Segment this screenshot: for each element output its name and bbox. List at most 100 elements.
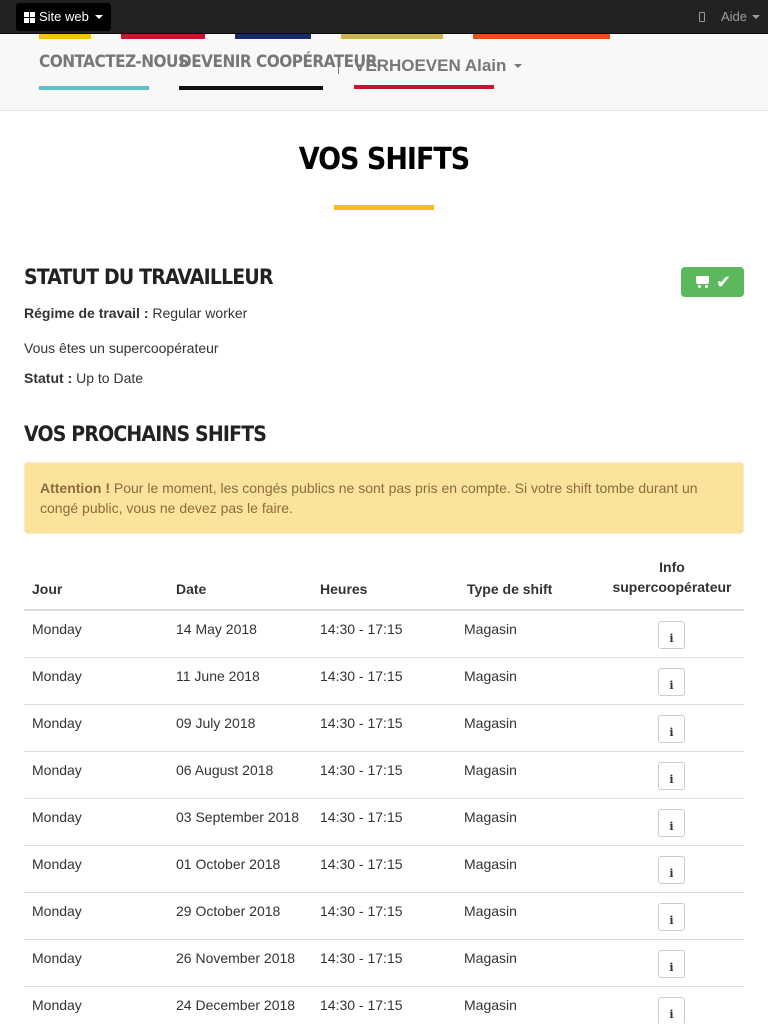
info-icon: i bbox=[669, 961, 674, 974]
cell-date: 03 September 2018 bbox=[176, 809, 299, 825]
cell-shift-type: Magasin bbox=[464, 668, 517, 684]
cell-hours: 14:30 - 17:15 bbox=[320, 903, 403, 919]
cell-day: Monday bbox=[32, 715, 82, 731]
cell-day: Monday bbox=[32, 997, 82, 1013]
nav-stub-gold bbox=[341, 34, 443, 39]
work-regime-line: Régime de travail : Regular worker bbox=[24, 305, 247, 321]
info-icon: i bbox=[669, 914, 674, 927]
main-navbar: CONTACTEZ-NOUS DEVENIR COOPÉRATEUR VERHO… bbox=[0, 34, 768, 111]
nav-stub-yellow bbox=[39, 34, 91, 39]
cell-hours: 14:30 - 17:15 bbox=[320, 668, 403, 684]
cell-hours: 14:30 - 17:15 bbox=[320, 997, 403, 1013]
cell-date: 06 August 2018 bbox=[176, 762, 274, 778]
cell-hours: 14:30 - 17:15 bbox=[320, 621, 403, 637]
supercoop-info-button[interactable]: i bbox=[658, 903, 685, 931]
nav-contact-underline bbox=[39, 86, 149, 90]
cell-date: 01 October 2018 bbox=[176, 856, 281, 872]
cell-day: Monday bbox=[32, 621, 82, 637]
supercoop-text: Vous êtes un supercoopérateur bbox=[24, 340, 219, 356]
table-header: Jour Date Heures Type de shift Info supe… bbox=[24, 555, 744, 611]
nav-become-member-underline bbox=[179, 86, 323, 90]
table-row: Monday 03 September 2018 14:30 - 17:15 Maga… bbox=[24, 799, 744, 846]
cell-hours: 14:30 - 17:15 bbox=[320, 856, 403, 872]
apps-grid-icon bbox=[24, 11, 35, 23]
caret-down-icon bbox=[514, 64, 523, 68]
cell-date: 29 October 2018 bbox=[176, 903, 281, 919]
cell-date: 14 May 2018 bbox=[176, 621, 257, 637]
caret-down-icon bbox=[752, 14, 761, 19]
supercoop-info-button[interactable]: i bbox=[658, 856, 685, 884]
supercoop-info-button[interactable]: i bbox=[658, 762, 685, 790]
cell-date: 26 November 2018 bbox=[176, 950, 296, 966]
shopping-status-badge[interactable]: ✔ bbox=[681, 267, 744, 297]
cell-date: 09 July 2018 bbox=[176, 715, 256, 731]
nav-separator bbox=[338, 56, 339, 74]
header-shift-type: Type de shift bbox=[467, 581, 553, 597]
table-row: Monday 11 June 2018 14:30 - 17:15 Magasin i bbox=[24, 658, 744, 705]
header-supercoop-info: Info supercoopérateur bbox=[612, 559, 732, 595]
help-label: Aide bbox=[721, 9, 748, 24]
cell-shift-type: Magasin bbox=[464, 762, 517, 778]
header-hours: Heures bbox=[320, 581, 368, 597]
cell-shift-type: Magasin bbox=[464, 950, 517, 966]
supercoop-info-button[interactable]: i bbox=[658, 621, 685, 649]
nav-stub-red bbox=[121, 34, 205, 39]
cell-date: 11 June 2018 bbox=[176, 668, 260, 684]
cell-hours: 14:30 - 17:15 bbox=[320, 762, 403, 778]
supercoop-info-button[interactable]: i bbox=[658, 997, 685, 1024]
cell-shift-type: Magasin bbox=[464, 809, 517, 825]
cart-icon bbox=[694, 276, 710, 288]
help-menu[interactable]: Aide bbox=[721, 9, 761, 24]
header-day: Jour bbox=[32, 581, 63, 597]
status-label: Statut : bbox=[24, 370, 73, 386]
caret-down-icon bbox=[94, 15, 103, 19]
table-row: Monday 01 October 2018 14:30 - 17:15 Magasi… bbox=[24, 846, 744, 893]
check-icon: ✔ bbox=[715, 272, 732, 292]
info-icon: i bbox=[669, 726, 674, 739]
cell-hours: 14:30 - 17:15 bbox=[320, 950, 403, 966]
info-icon: i bbox=[669, 867, 674, 880]
user-menu[interactable]: VERHOEVEN Alain bbox=[354, 56, 523, 76]
mobile-preview-icon[interactable] bbox=[699, 12, 705, 22]
nav-stub-orange bbox=[473, 34, 610, 39]
cell-day: Monday bbox=[32, 950, 82, 966]
nav-become-member-link[interactable]: DEVENIR COOPÉRATEUR bbox=[179, 52, 377, 72]
table-row: Monday 26 November 2018 14:30 - 17:15 Magas… bbox=[24, 940, 744, 987]
site-web-menu-button[interactable]: Site web bbox=[16, 3, 111, 31]
cell-shift-type: Magasin bbox=[464, 856, 517, 872]
info-icon: i bbox=[669, 1008, 674, 1021]
work-regime-label: Régime de travail : bbox=[24, 305, 149, 321]
table-row: Monday 14 May 2018 14:30 - 17:15 Magasin i bbox=[24, 611, 744, 658]
title-accent-bar bbox=[334, 205, 434, 210]
alert-strong: Attention ! bbox=[40, 480, 110, 496]
cell-shift-type: Magasin bbox=[464, 621, 517, 637]
info-icon: i bbox=[669, 632, 674, 645]
cell-day: Monday bbox=[32, 903, 82, 919]
cell-day: Monday bbox=[32, 809, 82, 825]
cell-shift-type: Magasin bbox=[464, 903, 517, 919]
nav-contact-link[interactable]: CONTACTEZ-NOUS bbox=[39, 52, 189, 72]
cell-day: Monday bbox=[32, 668, 82, 684]
supercoop-info-button[interactable]: i bbox=[658, 668, 685, 696]
supercoop-info-button[interactable]: i bbox=[658, 809, 685, 837]
work-regime-value: Regular worker bbox=[152, 305, 248, 321]
header-date: Date bbox=[176, 581, 207, 597]
cell-hours: 14:30 - 17:15 bbox=[320, 715, 403, 731]
user-menu-underline bbox=[354, 85, 494, 89]
supercoop-info-button[interactable]: i bbox=[658, 715, 685, 743]
cell-shift-type: Magasin bbox=[464, 715, 517, 731]
info-icon: i bbox=[669, 820, 674, 833]
next-shifts-heading: VOS PROCHAINS SHIFTS bbox=[24, 422, 267, 446]
supercoop-info-button[interactable]: i bbox=[658, 950, 685, 978]
shifts-table: Jour Date Heures Type de shift Info supe… bbox=[24, 555, 744, 1024]
site-web-label: Site web bbox=[39, 9, 89, 24]
info-icon: i bbox=[669, 679, 674, 692]
public-holiday-alert: Attention ! Pour le moment, les congés p… bbox=[24, 462, 744, 534]
table-row: Monday 06 August 2018 14:30 - 17:15 Magasin… bbox=[24, 752, 744, 799]
cell-hours: 14:30 - 17:15 bbox=[320, 809, 403, 825]
status-value: Up to Date bbox=[76, 370, 144, 386]
status-line: Statut : Up to Date bbox=[24, 370, 143, 386]
cell-day: Monday bbox=[32, 856, 82, 872]
cell-shift-type: Magasin bbox=[464, 997, 517, 1013]
info-icon: i bbox=[669, 773, 674, 786]
